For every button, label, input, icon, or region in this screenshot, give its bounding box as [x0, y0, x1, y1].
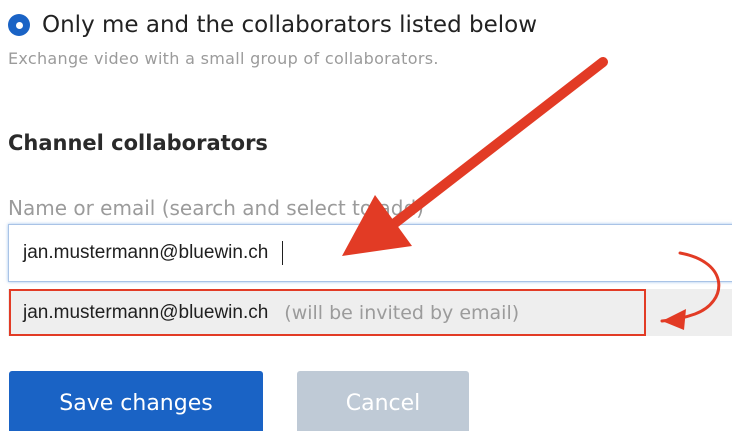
visibility-option-collaborators[interactable]: Only me and the collaborators listed bel… [8, 9, 537, 41]
suggestion-email: jan.mustermann@bluewin.ch [23, 301, 269, 323]
text-caret [282, 241, 284, 265]
collaborator-search-input[interactable]: jan.mustermann@bluewin.ch [8, 224, 732, 282]
radio-dot [15, 21, 23, 29]
collaborator-field-label: Name or email (search and select to add) [8, 196, 424, 220]
collaborators-section-title: Channel collaborators [8, 131, 268, 155]
suggestion-item-invite[interactable]: jan.mustermann@bluewin.ch (will be invit… [9, 289, 646, 336]
share-settings-panel: Only me and the collaborators listed bel… [0, 0, 732, 431]
collaborator-input-value: jan.mustermann@bluewin.ch [23, 242, 269, 263]
save-changes-button[interactable]: Save changes [9, 371, 263, 431]
cancel-button[interactable]: Cancel [297, 371, 469, 431]
visibility-option-description: Exchange video with a small group of col… [8, 49, 439, 68]
radio-button-selected[interactable] [8, 14, 30, 36]
visibility-option-label: Only me and the collaborators listed bel… [42, 12, 538, 38]
suggestion-invite-note: (will be invited by email) [284, 301, 520, 324]
